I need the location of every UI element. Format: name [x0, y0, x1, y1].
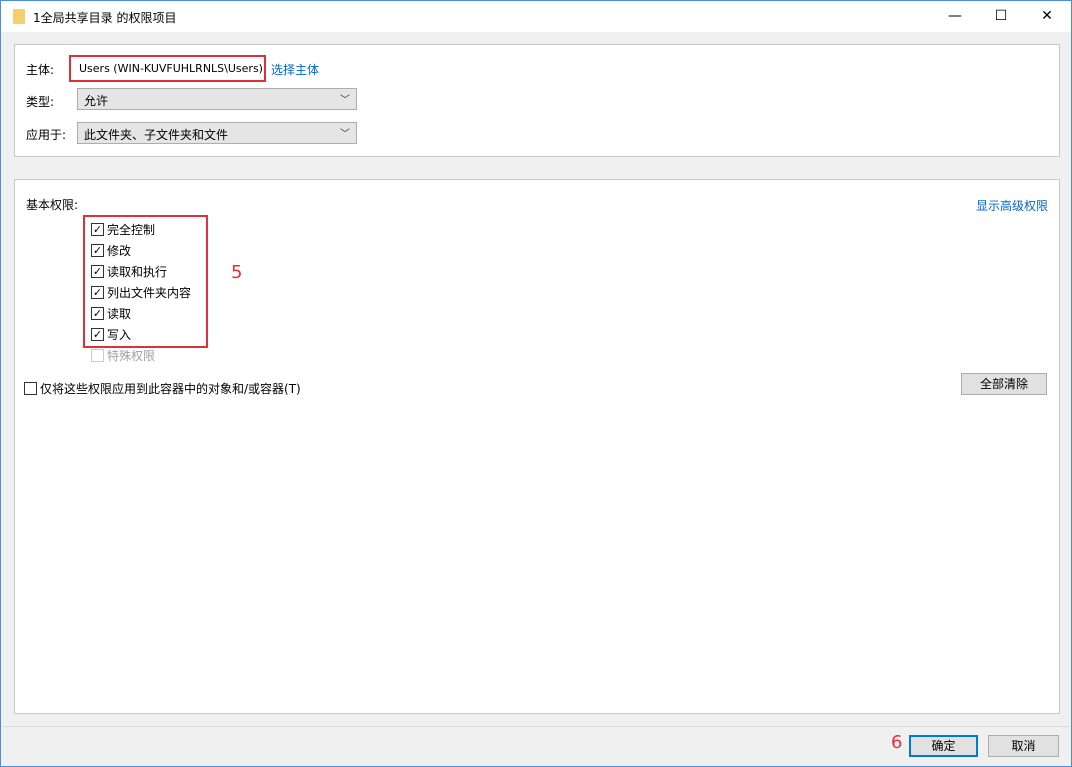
checkbox-unchecked-icon	[24, 382, 37, 395]
type-label: 类型:	[26, 93, 54, 110]
footer-divider	[2, 726, 1070, 727]
applies-to-label: 应用于:	[26, 126, 66, 143]
select-principal-link[interactable]: 选择主体	[271, 61, 319, 78]
principal-label: 主体:	[26, 61, 54, 78]
checkbox-unchecked-icon	[91, 349, 104, 362]
maximize-button[interactable]: ☐	[978, 1, 1024, 32]
applies-to-select[interactable]: 此文件夹、子文件夹和文件 ﹀	[77, 122, 357, 144]
principal-value: Users (WIN-KUVFUHLRNLS\Users)	[69, 55, 266, 82]
applies-to-value: 此文件夹、子文件夹和文件	[84, 128, 228, 142]
chevron-down-icon: ﹀	[340, 125, 350, 140]
title-bar: 1全局共享目录 的权限项目 — ☐ ✕	[1, 1, 1071, 32]
clear-all-button[interactable]: 全部清除	[961, 373, 1047, 395]
annotation-step-6: 6	[891, 732, 902, 753]
checkbox-label: 特殊权限	[107, 347, 155, 364]
highlight-box-permissions	[83, 215, 208, 348]
close-button[interactable]: ✕	[1024, 1, 1070, 32]
ok-button[interactable]: 确定	[909, 735, 978, 757]
type-select[interactable]: 允许 ﹀	[77, 88, 357, 110]
permission-entry-dialog: 1全局共享目录 的权限项目 — ☐ ✕ 主体: Users (WIN-KUVFU…	[0, 0, 1072, 767]
cancel-button[interactable]: 取消	[988, 735, 1059, 757]
checkbox-special-permissions: 特殊权限	[91, 347, 155, 364]
window-title: 1全局共享目录 的权限项目	[33, 9, 176, 26]
chevron-down-icon: ﹀	[340, 91, 350, 106]
annotation-step-5: 5	[231, 262, 242, 283]
folder-icon	[13, 9, 25, 24]
basic-permissions-heading: 基本权限:	[26, 196, 78, 213]
checkbox-label: 仅将这些权限应用到此容器中的对象和/或容器(T)	[40, 380, 301, 397]
show-advanced-permissions-link[interactable]: 显示高级权限	[976, 197, 1048, 214]
minimize-button[interactable]: —	[932, 1, 978, 32]
checkbox-container-only[interactable]: 仅将这些权限应用到此容器中的对象和/或容器(T)	[24, 380, 301, 397]
type-value: 允许	[84, 94, 108, 108]
